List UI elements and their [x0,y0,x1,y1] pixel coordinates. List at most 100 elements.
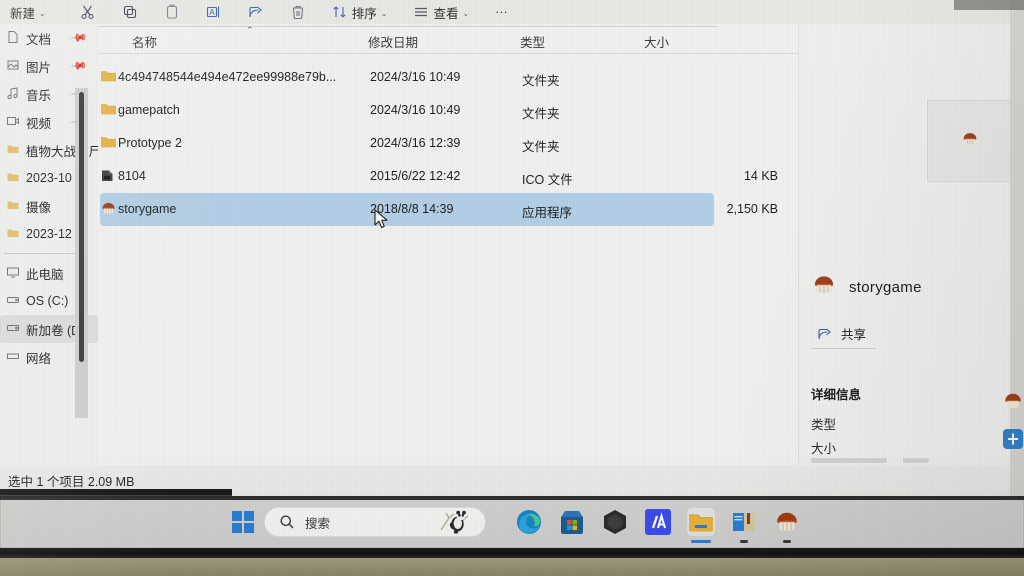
taskbar-search-box[interactable]: 搜索 [264,507,486,537]
pin-icon[interactable]: 📌 [70,57,89,75]
taskbar-center-group: 搜索 [232,496,486,548]
file-type-cell: 文件夹 [522,140,560,154]
desktop-background [1010,0,1024,496]
details-pane: storygame 共享 详细信息 类型 大小 [798,24,1012,465]
sort-button[interactable]: 排序 ⌄ [326,1,394,23]
file-size-cell: 14 KB [743,169,778,183]
taskbar-slash-a-app-icon[interactable] [644,508,672,536]
document-icon [6,30,20,47]
sidebar-item-label: 2023-12 [26,227,72,241]
drive-icon [6,321,20,338]
table-row[interactable]: storygame 2018/8/8 14:39 应用程序 2,150 KB [100,193,778,226]
details-type-label: 类型 [811,418,837,432]
music-icon [6,86,20,103]
share-icon [248,4,264,20]
rename-button[interactable]: A [200,1,228,23]
details-size-label: 大小 [811,442,837,456]
delete-button[interactable] [284,1,312,23]
file-type-cell: 文件夹 [522,74,560,88]
taskbar-notebook-app-icon[interactable] [730,508,758,543]
folder-icon [6,170,20,187]
taskbar-top-edge [0,496,1024,500]
file-name-text: Prototype 2 [118,136,182,150]
table-row[interactable]: gamepatch 2024/3/16 10:49 文件夹 [100,94,714,127]
paste-icon [164,4,180,20]
taskbar [0,496,1024,548]
cut-button[interactable] [74,1,102,23]
file-date-cell: 2024/3/16 10:49 [370,103,461,117]
taskbar-hexagon-app-icon[interactable] [601,508,629,536]
view-button[interactable]: 查看 ⌄ [407,1,475,23]
more-options-label: ··· [495,5,508,19]
sort-ascending-indicator: ⌃ [246,25,254,35]
share-button[interactable] [242,1,270,23]
details-file-header: storygame [811,272,922,303]
file-name-cell: Prototype 2 [101,136,182,150]
details-share-button[interactable]: 共享 [811,319,877,349]
paste-button[interactable] [158,1,186,23]
folder-icon [100,134,117,151]
file-name-cell: 4c494748544e494e472ee99988e79b... [101,70,337,84]
view-icon [413,4,429,20]
desktop-icon-blue-app[interactable] [1002,428,1024,452]
sidebar-item-pictures[interactable]: 图片 📌 [0,52,98,80]
search-icon [279,514,295,530]
sidebar-divider [4,253,82,254]
taskbar-file-explorer-icon[interactable] [687,508,715,543]
chevron-down-icon: ⌄ [380,8,388,18]
sort-icon [332,4,348,20]
start-icon-quadrant [232,523,242,533]
table-row[interactable]: Prototype 2 2024/3/16 12:39 文件夹 [100,127,714,160]
file-type-cell: 文件夹 [522,107,560,121]
start-icon-quadrant [244,511,254,521]
details-extra-value-placeholder [903,458,929,463]
column-header-type[interactable]: 类型 [520,32,545,51]
mushroom-app-icon [811,272,837,303]
table-row[interactable]: 8104 2015/6/22 12:42 ICO 文件 14 KB [100,160,778,193]
file-preview-thumbnail [927,100,1012,182]
sidebar-item-label: 网络 [26,351,52,366]
sidebar-item-documents[interactable]: 文档 📌 [0,24,98,52]
panda-illustration-icon [437,508,479,536]
sidebar-item-label: 2023-10 [26,171,72,185]
chevron-down-icon: ⌄ [462,8,470,18]
column-header-name[interactable]: 名称 [132,32,157,51]
search-placeholder-text: 搜索 [305,516,331,531]
file-date-cell: 2015/6/22 12:42 [370,169,461,183]
taskbar-app-group [515,496,801,548]
column-headers: ⌃ 名称 修改日期 类型 大小 [98,24,798,54]
taskbar-edge-icon[interactable] [515,508,543,536]
column-header-size[interactable]: 大小 [644,32,669,51]
folder-icon [100,101,117,118]
sort-button-label: 排序 [351,6,377,21]
navigation-scrollbar-thumb[interactable] [79,92,84,362]
this-pc-icon [6,265,20,282]
file-name-cell: gamepatch [101,103,180,117]
share-icon [817,326,833,342]
mouse-cursor [374,209,390,231]
start-button[interactable] [232,511,254,533]
network-icon [6,349,20,366]
desktop-icon-storygame[interactable] [1002,390,1024,414]
more-options-button[interactable]: ··· [489,1,514,23]
new-button[interactable]: 新建 ⌄ [4,1,52,23]
copy-button[interactable] [116,1,144,23]
taskbar-storygame-icon[interactable] [773,508,801,543]
taskbar-microsoft-store-icon[interactable] [558,508,586,536]
file-explorer-window: 新建 ⌄ A 排序 ⌄ 查看 ⌄ ··· 文档 📌 图片 📌 音乐 视频 植物大… [0,0,1012,496]
cut-icon [80,4,96,20]
desktop-top-strip [954,0,1024,10]
folder-icon [6,198,20,215]
file-name-text: 4c494748544e494e472ee99988e79b... [118,70,337,84]
column-header-date[interactable]: 修改日期 [368,32,418,51]
file-name-text: storygame [118,202,177,216]
file-list-pane: ⌃ 名称 修改日期 类型 大小 4c494748544e494e472ee999… [98,24,798,465]
pin-icon[interactable]: 📌 [70,29,89,47]
file-size-cell: 2,150 KB [726,202,778,216]
svg-text:A: A [209,8,215,17]
file-name-cell: 8104 [102,169,146,183]
folder-icon [100,68,117,85]
photo-of-monitor: 新建 ⌄ A 排序 ⌄ 查看 ⌄ ··· 文档 📌 图片 📌 音乐 视频 植物大… [0,0,1024,576]
table-row[interactable]: 4c494748544e494e472ee99988e79b... 2024/3… [100,61,714,94]
view-button-label: 查看 [433,6,459,21]
